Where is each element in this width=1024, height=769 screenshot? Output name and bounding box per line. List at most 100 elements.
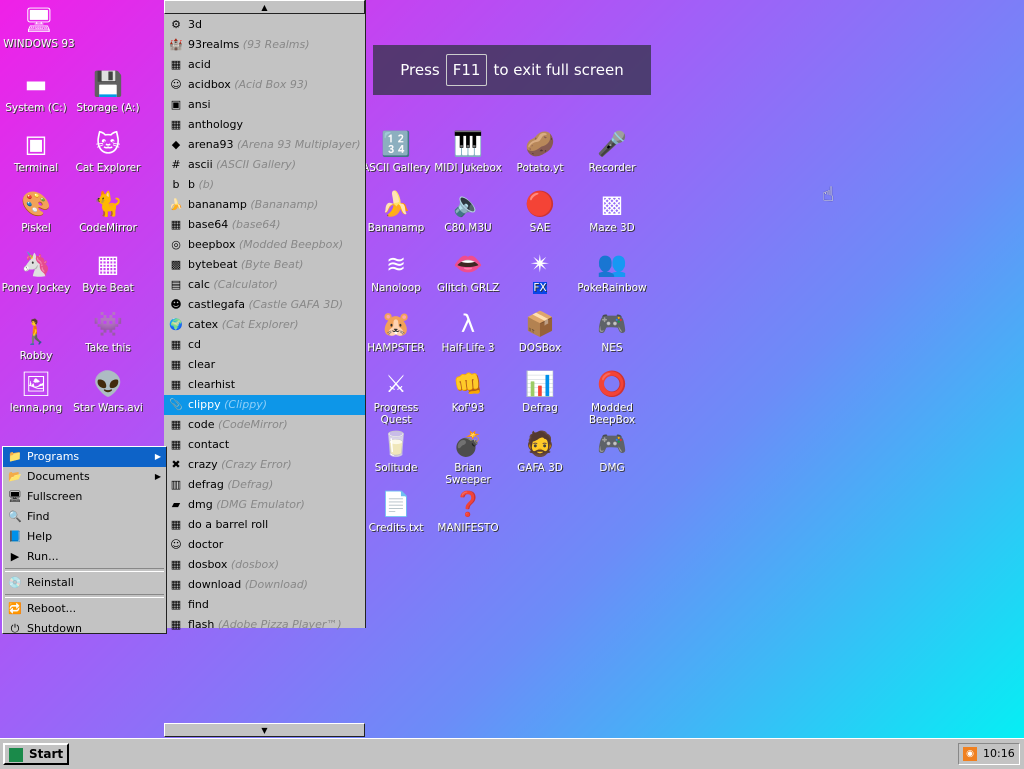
desktop-icon-ascii-gallery[interactable]: 🔢 ASCII Gallery bbox=[360, 128, 432, 174]
crazy-icon: ✖ bbox=[171, 458, 181, 471]
desktop-icon-pokerainbow[interactable]: 👥 PokeRainbow bbox=[576, 248, 648, 294]
desktop-icon-robby[interactable]: 🚶 Robby bbox=[0, 316, 72, 362]
scroll-down-arrow-icon[interactable]: ▼ bbox=[164, 723, 365, 737]
start-menu-item-shutdown[interactable]: ⏻ Shutdown bbox=[3, 619, 166, 639]
desktop-icon-system-c[interactable]: ▬ System (C:) bbox=[0, 68, 72, 114]
start-menu-item-fullscreen[interactable]: 🖥 Fullscreen bbox=[3, 487, 166, 507]
program-item-clear[interactable]: ▦ clear bbox=[164, 355, 365, 375]
desktop-icon-c80-m3u[interactable]: 🔈 C80.M3U bbox=[432, 188, 504, 234]
desktop-icon-half-life-3[interactable]: λ Half-Life 3 bbox=[432, 308, 504, 354]
start-menu-item-label: Fullscreen bbox=[27, 490, 83, 503]
desktop-icon-solitude[interactable]: 🥛 Solitude bbox=[360, 428, 432, 474]
dosbox-icon: ▦ bbox=[170, 558, 182, 571]
program-item-defrag[interactable]: ▥ defrag (Defrag) bbox=[164, 475, 365, 495]
desktop-icon-potato-yt[interactable]: 🥔 Potato.yt bbox=[504, 128, 576, 174]
desktop-icon-bananamp[interactable]: 🍌 Bananamp bbox=[360, 188, 432, 234]
desktop-icon-credits-txt[interactable]: 📄 Credits.txt bbox=[360, 488, 432, 534]
desktop-icon-defrag[interactable]: 📊 Defrag bbox=[504, 368, 576, 414]
desktop-icon-hampster[interactable]: 🐹 HAMPSTER bbox=[360, 308, 432, 354]
robby-icon: 🚶 bbox=[21, 318, 51, 346]
program-item-acidbox[interactable]: ☺ acidbox (Acid Box 93) bbox=[164, 75, 365, 95]
start-menu-item-reinstall[interactable]: 💿 Reinstall bbox=[3, 573, 166, 593]
glitch-grlz-icon: 👄 bbox=[453, 250, 483, 278]
program-item-doctor[interactable]: ☺ doctor bbox=[164, 535, 365, 555]
desktop-icon-label: Half-Life 3 bbox=[441, 342, 495, 354]
desktop-icon-fx[interactable]: ✴ FX bbox=[504, 248, 576, 294]
desktop-icon-glitch-grlz[interactable]: 👄 Glitch GRLZ bbox=[432, 248, 504, 294]
start-menu-item-documents[interactable]: 📂 Documents ▶ bbox=[3, 467, 166, 487]
desktop-icon-windows-93[interactable]: 🖥 WINDOWS 93 bbox=[3, 4, 75, 50]
start-menu-item-reboot[interactable]: 🔁 Reboot... bbox=[3, 599, 166, 619]
program-name: beepbox bbox=[188, 238, 236, 251]
desktop-icon-midi-jukebox[interactable]: 🎹 MIDI Jukebox bbox=[432, 128, 504, 174]
program-item-arena93[interactable]: ◆ arena93 (Arena 93 Multiplayer) bbox=[164, 135, 365, 155]
desktop-icon-label: Bananamp bbox=[367, 222, 425, 234]
program-item-crazy[interactable]: ✖ crazy (Crazy Error) bbox=[164, 455, 365, 475]
program-name: dmg bbox=[188, 498, 213, 511]
program-alias: (b) bbox=[198, 178, 215, 191]
desktop-icon-codemirror[interactable]: 🐈 CodeMirror bbox=[72, 188, 144, 234]
program-item-beepbox[interactable]: ◎ beepbox (Modded Beepbox) bbox=[164, 235, 365, 255]
taskbar: Start ◉ 10:16 bbox=[0, 738, 1024, 769]
desktop-icon-maze-3d[interactable]: ▩ Maze 3D bbox=[576, 188, 648, 234]
program-item-download[interactable]: ▦ download (Download) bbox=[164, 575, 365, 595]
scroll-up-arrow-icon[interactable]: ▲ bbox=[164, 0, 365, 14]
desktop-icon-manifesto[interactable]: ❓ MANIFESTO bbox=[432, 488, 504, 534]
desktop-icon-lenna-png[interactable]: 🖼 lenna.png bbox=[0, 368, 72, 414]
program-item-ansi[interactable]: ▣ ansi bbox=[164, 95, 365, 115]
program-item-cd[interactable]: ▦ cd bbox=[164, 335, 365, 355]
program-item-3d[interactable]: ⚙ 3d bbox=[164, 15, 365, 35]
desktop-icon-modded-beepbox[interactable]: ⭕ Modded BeepBox bbox=[576, 368, 648, 426]
start-menu-item-help[interactable]: 📘 Help bbox=[3, 527, 166, 547]
program-item-clearhist[interactable]: ▦ clearhist bbox=[164, 375, 365, 395]
desktop-icon-take-this[interactable]: 👾 Take this bbox=[72, 308, 144, 354]
desktop-icon-byte-beat[interactable]: ▦ Byte Beat bbox=[72, 248, 144, 294]
program-item-do-a-barrel-roll[interactable]: ▦ do a barrel roll bbox=[164, 515, 365, 535]
clock: 10:16 bbox=[983, 747, 1015, 760]
desktop-icon-cat-explorer[interactable]: 🐱 Cat Explorer bbox=[72, 128, 144, 174]
system-c-icon: ▬ bbox=[24, 70, 48, 98]
desktop-icon-nanoloop[interactable]: ≋ Nanoloop bbox=[360, 248, 432, 294]
program-item-clippy[interactable]: 📎 clippy (Clippy) bbox=[164, 395, 365, 415]
program-item-ascii[interactable]: # ascii (ASCII Gallery) bbox=[164, 155, 365, 175]
program-item-catex[interactable]: 🌍 catex (Cat Explorer) bbox=[164, 315, 365, 335]
program-item-dmg[interactable]: ▰ dmg (DMG Emulator) bbox=[164, 495, 365, 515]
desktop-icon-kof-93[interactable]: 👊 Kof'93 bbox=[432, 368, 504, 414]
program-item-contact[interactable]: ▦ contact bbox=[164, 435, 365, 455]
program-item-bananamp[interactable]: 🍌 bananamp (Bananamp) bbox=[164, 195, 365, 215]
program-item-base64[interactable]: ▦ base64 (base64) bbox=[164, 215, 365, 235]
program-item-anthology[interactable]: ▦ anthology bbox=[164, 115, 365, 135]
program-item-acid[interactable]: ▦ acid bbox=[164, 55, 365, 75]
program-item-code[interactable]: ▦ code (CodeMirror) bbox=[164, 415, 365, 435]
desktop-icon-sae[interactable]: 🔴 SAE bbox=[504, 188, 576, 234]
desktop-icon-star-wars-avi[interactable]: 👽 Star Wars.avi bbox=[72, 368, 144, 414]
desktop-icon-label: Modded BeepBox bbox=[588, 402, 636, 426]
start-menu-item-find[interactable]: 🔍 Find bbox=[3, 507, 166, 527]
program-name: cd bbox=[188, 338, 202, 351]
desktop-icon-gafa-3d[interactable]: 🧔 GAFA 3D bbox=[504, 428, 576, 474]
start-menu-item-programs[interactable]: 📁 Programs ▶ bbox=[3, 447, 166, 467]
program-item-bytebeat[interactable]: ▩ bytebeat (Byte Beat) bbox=[164, 255, 365, 275]
start-button[interactable]: Start bbox=[3, 743, 69, 765]
program-item-b[interactable]: bb (b) bbox=[164, 175, 365, 195]
desktop-icon-poney-jockey[interactable]: 🦄 Poney Jockey bbox=[0, 248, 72, 294]
desktop-icon-dosbox[interactable]: 📦 DOSBox bbox=[504, 308, 576, 354]
program-item-calc[interactable]: ▤ calc (Calculator) bbox=[164, 275, 365, 295]
desktop-icon-dmg[interactable]: 🎮 DMG bbox=[576, 428, 648, 474]
desktop-icon-nes[interactable]: 🎮 NES bbox=[576, 308, 648, 354]
program-alias: (base64) bbox=[231, 218, 281, 231]
desktop-icon-brian-sweeper[interactable]: 💣 Brian Sweeper bbox=[432, 428, 504, 486]
rss-icon[interactable]: ◉ bbox=[963, 747, 977, 761]
program-item-dosbox[interactable]: ▦ dosbox (dosbox) bbox=[164, 555, 365, 575]
desktop-icon-recorder[interactable]: 🎤 Recorder bbox=[576, 128, 648, 174]
desktop-icon-terminal[interactable]: ▣ Terminal bbox=[0, 128, 72, 174]
program-item-93realms[interactable]: 🏰 93realms (93 Realms) bbox=[164, 35, 365, 55]
desktop-icon-progress-quest[interactable]: ⚔ Progress Quest bbox=[360, 368, 432, 426]
start-menu-item-run[interactable]: ▶ Run... bbox=[3, 547, 166, 567]
windows93-logo-icon bbox=[9, 748, 23, 762]
desktop-icon-piskel[interactable]: 🎨 Piskel bbox=[0, 188, 72, 234]
program-item-flash[interactable]: ▦ flash (Adobe Pizza Player™) bbox=[164, 615, 365, 635]
program-item-find[interactable]: ▦ find bbox=[164, 595, 365, 615]
desktop-icon-storage-a[interactable]: 💾 Storage (A:) bbox=[72, 68, 144, 114]
program-item-castlegafa[interactable]: ☻ castlegafa (Castle GAFA 3D) bbox=[164, 295, 365, 315]
